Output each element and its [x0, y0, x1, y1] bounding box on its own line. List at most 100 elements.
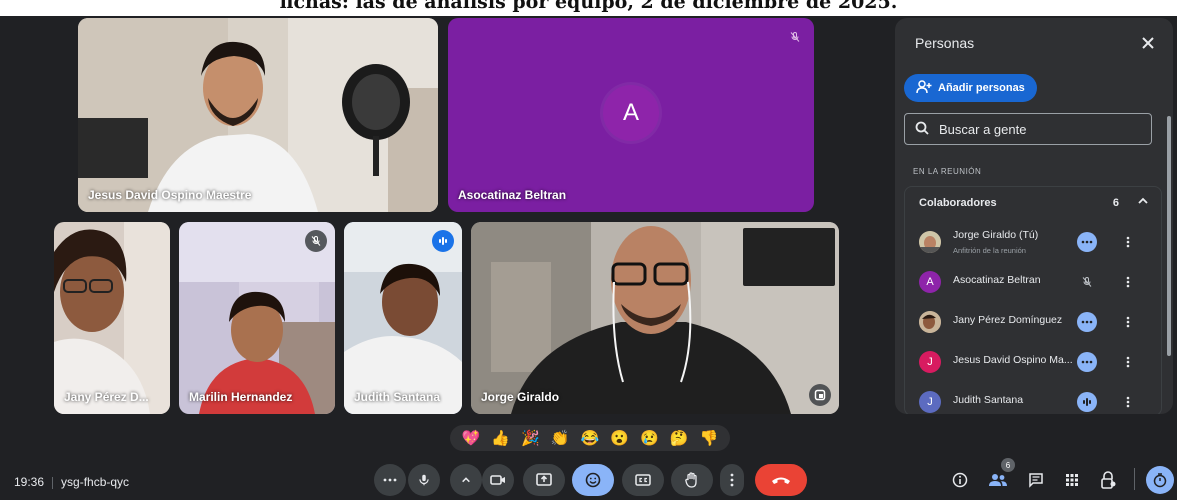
mic-off-icon — [784, 26, 806, 48]
video-tile-marilin[interactable]: Marilin Hernandez — [179, 222, 335, 414]
speaking-indicator-icon — [432, 230, 454, 252]
reaction-thinking[interactable]: 🤔 — [670, 429, 689, 447]
chat-icon — [1029, 473, 1043, 488]
person-name: Jorge Giraldo (Tú) — [953, 229, 1039, 241]
timer-button[interactable] — [1146, 466, 1174, 494]
person-role: Anfitrión de la reunión — [953, 246, 1026, 255]
collaborators-group: Colaboradores 6 Jorge Giraldo (Tú) Anfit… — [904, 186, 1162, 414]
camera-button[interactable] — [482, 464, 514, 496]
timer-icon — [1153, 473, 1167, 488]
reaction-sad[interactable]: 😢 — [640, 429, 659, 447]
more-options-dots-icon — [1077, 232, 1097, 252]
video-tile-judith[interactable]: Judith Santana — [344, 222, 462, 414]
clock-time: 19:36 — [14, 475, 45, 489]
present-screen-button[interactable] — [523, 464, 565, 496]
speaking-indicator-icon — [1077, 392, 1097, 412]
more-options-dots-icon — [1077, 352, 1097, 372]
participant-name: Jorge Giraldo — [481, 390, 560, 404]
reactions-bar: 💖 👍 🎉 👏 😂 😮 😢 🤔 👎 — [450, 425, 730, 451]
raise-hand-button[interactable] — [671, 464, 713, 496]
panel-title: Personas — [915, 35, 975, 51]
divider — [52, 476, 54, 489]
add-people-button[interactable]: Añadir personas — [904, 74, 1037, 102]
participant-name: Jany Pérez D... — [64, 390, 149, 404]
more-vert-icon[interactable] — [1121, 393, 1135, 411]
person-row[interactable]: J Judith Santana — [919, 387, 1159, 414]
avatar: J — [919, 351, 941, 373]
reaction-heart[interactable]: 💖 — [462, 429, 481, 447]
emoji-reactions-button[interactable] — [572, 464, 614, 496]
participant-name: Judith Santana — [354, 390, 441, 404]
person-row[interactable]: Jorge Giraldo (Tú) Anfitrión de la reuni… — [919, 227, 1159, 257]
avatar: J — [919, 391, 941, 413]
leave-call-button[interactable] — [755, 464, 807, 496]
participant-name: Jesus David Ospino Maestre — [88, 188, 252, 202]
video-tile-jesus[interactable]: Jesus David Ospino Maestre — [78, 18, 438, 212]
people-panel: Personas Añadir personas Buscar a gente … — [895, 18, 1173, 414]
collaborators-header[interactable]: Colaboradores 6 — [905, 187, 1161, 217]
add-people-label: Añadir personas — [938, 82, 1025, 94]
video-tile-jany[interactable]: Jany Pérez D... — [54, 222, 170, 414]
avatar — [919, 231, 941, 253]
page-title: fichas: las de análisis por equipo, 2 de… — [279, 0, 898, 13]
mic-icon — [419, 474, 429, 486]
video-feed — [54, 222, 170, 414]
person-row[interactable]: J Jesus David Ospino Ma... — [919, 347, 1159, 377]
call-end-icon — [772, 477, 790, 484]
activities-button[interactable] — [1059, 468, 1085, 492]
more-vert-icon[interactable] — [1121, 313, 1135, 331]
add-person-icon — [916, 79, 932, 97]
person-name: Asocatinaz Beltran — [953, 274, 1041, 286]
more-controls-button[interactable] — [374, 464, 406, 496]
video-tile-jorge[interactable]: Jorge Giraldo — [471, 222, 839, 414]
person-row[interactable]: A Asocatinaz Beltran — [919, 267, 1159, 297]
participants-count-badge: 6 — [1001, 458, 1015, 472]
microphone-button[interactable] — [408, 464, 440, 496]
present-to-all-icon — [536, 473, 552, 486]
video-feed — [471, 222, 839, 414]
search-input[interactable]: Buscar a gente — [904, 113, 1152, 145]
closed-caption-icon — [635, 474, 651, 486]
reaction-party[interactable]: 🎉 — [521, 429, 540, 447]
reaction-thumbs-down[interactable]: 👎 — [700, 429, 719, 447]
meeting-info: 19:36 ysg-fhcb-qyc — [14, 475, 129, 489]
chat-button[interactable] — [1023, 468, 1049, 492]
divider — [1134, 468, 1135, 490]
mic-off-icon — [305, 230, 327, 252]
mic-off-icon — [1077, 272, 1097, 292]
lock-person-icon — [1101, 471, 1116, 489]
meeting-details-button[interactable] — [947, 468, 973, 492]
person-name: Jesus David Ospino Ma... — [953, 354, 1073, 366]
person-name: Judith Santana — [953, 394, 1024, 406]
host-controls-button[interactable] — [1095, 468, 1121, 492]
group-label: Colaboradores — [919, 197, 997, 209]
more-vert-icon[interactable] — [1121, 273, 1135, 291]
pin-tile-icon[interactable] — [809, 384, 831, 406]
chevron-up-icon[interactable] — [1137, 195, 1149, 210]
section-label: EN LA REUNIÓN — [913, 167, 982, 176]
reaction-laugh[interactable]: 😂 — [581, 429, 600, 447]
more-options-dots-icon — [1077, 312, 1097, 332]
more-vert-icon[interactable] — [1121, 233, 1135, 251]
participant-name: Marilin Hernandez — [189, 390, 293, 404]
reaction-thumbs-up[interactable]: 👍 — [491, 429, 510, 447]
camera-options-button[interactable] — [450, 464, 482, 496]
group-count: 6 — [1112, 197, 1119, 209]
participant-avatar: A — [603, 85, 659, 141]
reaction-surprised[interactable]: 😮 — [610, 429, 629, 447]
video-tile-asocatinaz[interactable]: A Asocatinaz Beltran — [448, 18, 814, 212]
close-icon[interactable] — [1137, 32, 1159, 54]
captions-button[interactable] — [622, 464, 664, 496]
people-icon — [989, 474, 1007, 486]
page-title-strip: fichas: las de análisis por equipo, 2 de… — [0, 0, 1177, 16]
video-feed — [78, 18, 438, 212]
reaction-clap[interactable]: 👏 — [551, 429, 570, 447]
person-name: Jany Pérez Domínguez — [953, 314, 1063, 326]
info-icon — [952, 472, 968, 488]
more-options-button[interactable] — [720, 464, 744, 496]
more-vert-icon — [730, 473, 734, 487]
person-row[interactable]: Jany Pérez Domínguez — [919, 307, 1159, 337]
panel-scrollbar[interactable] — [1167, 116, 1171, 356]
apps-grid-icon — [1066, 474, 1078, 486]
more-vert-icon[interactable] — [1121, 353, 1135, 371]
